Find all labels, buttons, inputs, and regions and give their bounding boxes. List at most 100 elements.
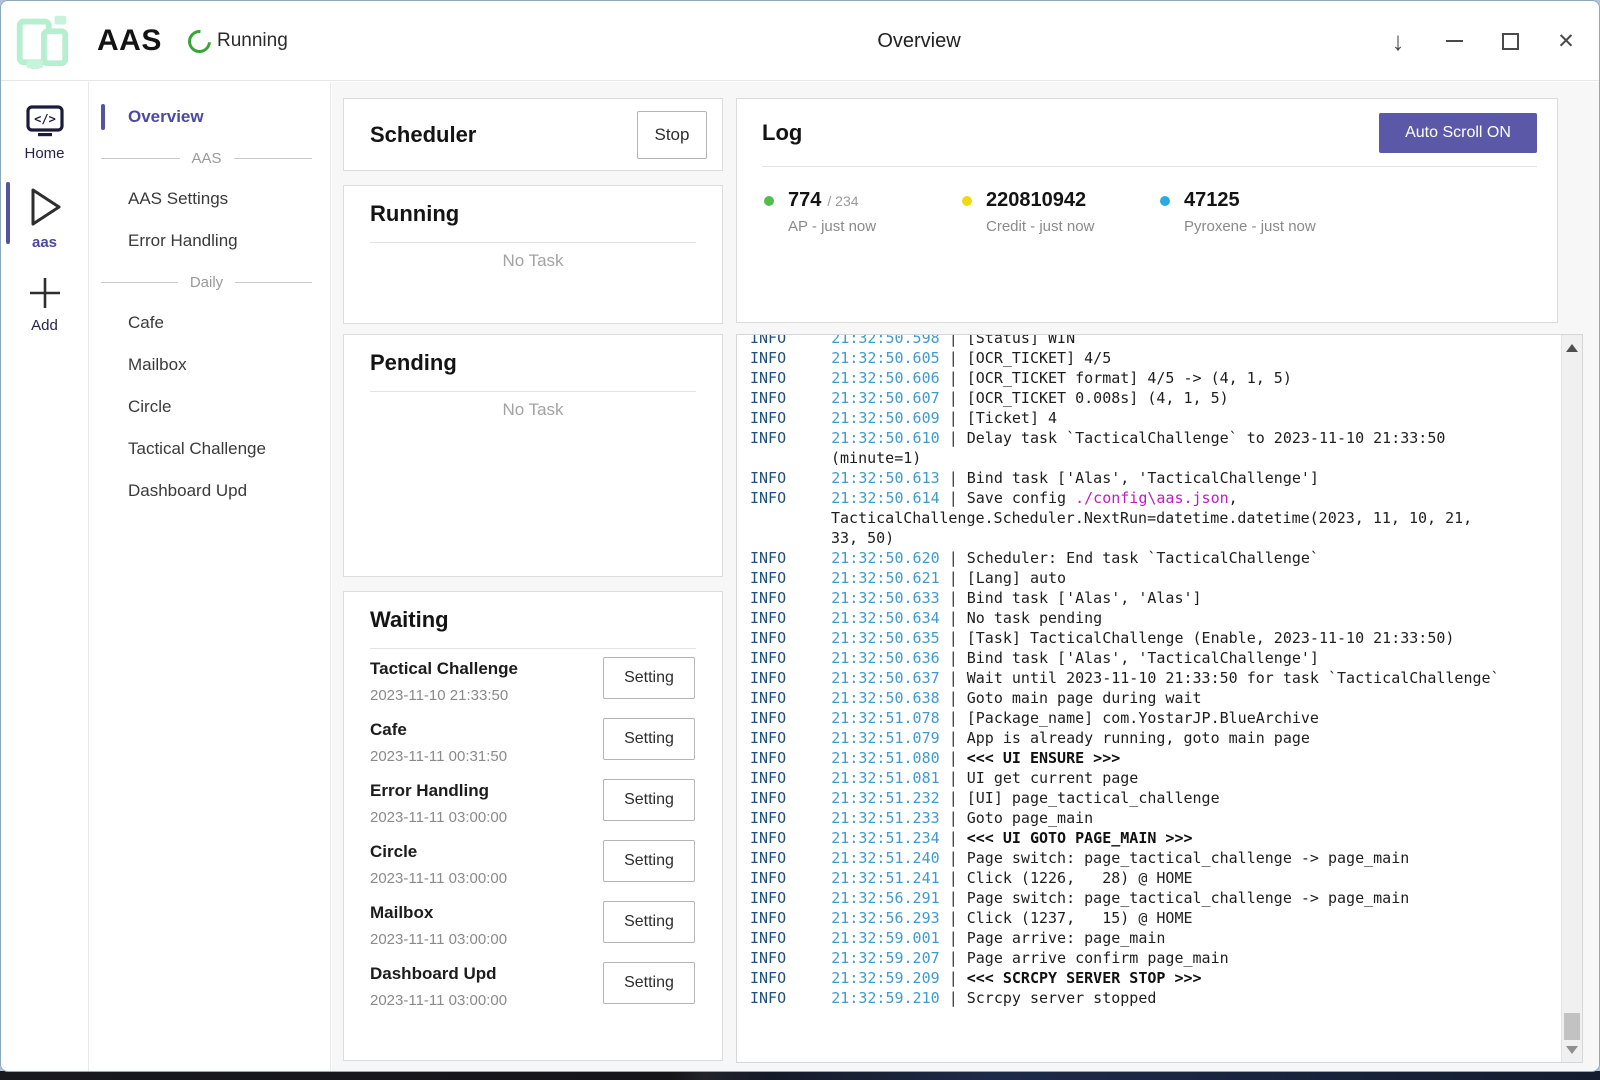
log-line: INFO 21:32:59.209 | <<< SCRCPY SERVER ST…: [750, 968, 1574, 988]
log-line: INFO 21:32:59.210 | Scrcpy server stoppe…: [750, 988, 1574, 1008]
running-spinner-icon: [183, 25, 215, 57]
scheduler-card: Scheduler Stop: [343, 98, 723, 171]
setting-button[interactable]: Setting: [603, 901, 695, 943]
rail-item-label: aas: [32, 234, 57, 251]
waiting-task-row: Mailbox2023-11-11 03:00:00Setting: [370, 893, 696, 954]
scroll-up-icon[interactable]: [1566, 344, 1578, 352]
stat-suffix: / 234: [827, 193, 858, 209]
pending-header: Pending: [370, 335, 696, 392]
nav-item-mailbox[interactable]: Mailbox: [90, 344, 330, 386]
log-line: INFO 21:32:50.637 | Wait until 2023-11-1…: [750, 668, 1574, 688]
log-line: INFO 21:32:51.234 | <<< UI GOTO PAGE_MAI…: [750, 828, 1574, 848]
minimize-icon[interactable]: [1443, 1, 1465, 81]
app-window: AAS Running Overview ↓ ✕ </> Home aas: [0, 0, 1600, 1072]
setting-button[interactable]: Setting: [603, 840, 695, 882]
setting-button[interactable]: Setting: [603, 962, 695, 1004]
log-scrollbar[interactable]: [1561, 335, 1582, 1062]
log-line: INFO 21:32:59.207 | Page arrive confirm …: [750, 948, 1574, 968]
maximize-icon[interactable]: [1499, 1, 1521, 81]
scrollbar-thumb[interactable]: [1564, 1013, 1580, 1040]
log-line: INFO 21:32:51.241 | Click (1226, 28) @ H…: [750, 868, 1574, 888]
setting-button[interactable]: Setting: [603, 779, 695, 821]
waiting-title: Waiting: [370, 607, 449, 633]
waiting-task-row: Tactical Challenge2023-11-10 21:33:50Set…: [370, 649, 696, 710]
log-line: INFO 21:32:50.598 | [Status] WIN: [750, 334, 1574, 348]
page-title: Overview: [877, 1, 960, 81]
log-output[interactable]: INFO 21:32:50.598 | [Status] WININFO 21:…: [736, 334, 1583, 1063]
icon-rail: </> Home aas Add: [1, 82, 89, 1072]
log-lines: INFO 21:32:50.598 | [Status] WININFO 21:…: [737, 334, 1582, 1008]
nav-item-tactical-challenge[interactable]: Tactical Challenge: [90, 428, 330, 470]
pending-card: Pending No Task: [343, 334, 723, 577]
main-content: Scheduler Stop Running No Task Pending N…: [332, 82, 1600, 1072]
stat-pyroxene: 47125 Pyroxene - just now: [1160, 189, 1358, 235]
log-line: INFO 21:32:51.079 | App is already runni…: [750, 728, 1574, 748]
nav-section-divider: AAS: [101, 138, 312, 178]
code-monitor-icon: </>: [26, 105, 64, 139]
app-name: AAS: [97, 1, 162, 81]
running-title: Running: [370, 201, 459, 227]
window-controls: ↓ ✕: [1387, 1, 1577, 81]
rail-item-home[interactable]: </> Home: [1, 99, 88, 172]
log-line: INFO 21:32:50.633 | Bind task ['Alas', '…: [750, 588, 1574, 608]
waiting-task-row: Dashboard Upd2023-11-11 03:00:00Setting: [370, 954, 696, 1015]
setting-button[interactable]: Setting: [603, 718, 695, 760]
setting-button[interactable]: Setting: [603, 657, 695, 699]
scroll-down-icon[interactable]: [1566, 1046, 1578, 1054]
titlebar: AAS Running Overview ↓ ✕: [1, 1, 1599, 81]
log-line: INFO 21:32:50.621 | [Lang] auto: [750, 568, 1574, 588]
nav-section-divider: Daily: [101, 262, 312, 302]
status-text: Running: [217, 1, 288, 81]
rail-item-label: Home: [24, 145, 64, 162]
log-line: INFO 21:32:50.607 | [OCR_TICKET 0.008s] …: [750, 388, 1574, 408]
nav-item-overview[interactable]: Overview: [90, 96, 330, 138]
waiting-task-row: Circle2023-11-11 03:00:00Setting: [370, 832, 696, 893]
stat-label: Pyroxene - just now: [1184, 218, 1358, 235]
pending-empty-text: No Task: [370, 400, 696, 420]
resource-stats: 774 / 234 AP - just now 220810942 Credit - j…: [764, 189, 1537, 235]
log-title: Log: [762, 120, 802, 146]
rail-item-aas[interactable]: aas: [1, 180, 88, 261]
log-line: INFO 21:32:59.001 | Page arrive: page_ma…: [750, 928, 1574, 948]
log-line: INFO 21:32:51.078 | [Package_name] com.Y…: [750, 708, 1574, 728]
waiting-task-row: Error Handling2023-11-11 03:00:00Setting: [370, 771, 696, 832]
log-line: INFO 21:32:50.605 | [OCR_TICKET] 4/5: [750, 348, 1574, 368]
waiting-card: Waiting Tactical Challenge2023-11-10 21:…: [343, 591, 723, 1061]
stat-label: Credit - just now: [986, 218, 1160, 235]
nav-item-error-handling[interactable]: Error Handling: [90, 220, 330, 262]
stat-value: 774: [788, 189, 821, 212]
waiting-header: Waiting: [370, 592, 696, 649]
log-line: INFO 21:32:50.609 | [Ticket] 4: [750, 408, 1574, 428]
log-line: INFO 21:32:51.240 | Page switch: page_ta…: [750, 848, 1574, 868]
log-line: INFO 21:32:51.232 | [UI] page_tactical_c…: [750, 788, 1574, 808]
download-icon[interactable]: ↓: [1387, 1, 1409, 81]
rail-item-add[interactable]: Add: [1, 269, 88, 344]
nav-item-dashboard-upd[interactable]: Dashboard Upd: [90, 470, 330, 512]
svg-text:</>: </>: [34, 112, 56, 126]
log-line: INFO 21:32:51.081 | UI get current page: [750, 768, 1574, 788]
app-logo-icon: [11, 8, 73, 70]
log-line: INFO 21:32:50.614 | Save config ./config…: [750, 488, 1574, 548]
running-empty-text: No Task: [370, 251, 696, 271]
log-header: Log Auto Scroll ON: [762, 99, 1537, 167]
running-header: Running: [370, 186, 696, 243]
log-line: INFO 21:32:50.606 | [OCR_TICKET format] …: [750, 368, 1574, 388]
scheduler-title: Scheduler: [370, 122, 637, 148]
waiting-list: Tactical Challenge2023-11-10 21:33:50Set…: [370, 649, 696, 1015]
log-line: INFO 21:32:50.613 | Bind task ['Alas', '…: [750, 468, 1574, 488]
nav-section-label: Daily: [190, 274, 223, 291]
nav-item-aas-settings[interactable]: AAS Settings: [90, 178, 330, 220]
stat-value: 47125: [1184, 189, 1240, 212]
close-icon[interactable]: ✕: [1555, 1, 1577, 81]
stat-value: 220810942: [986, 189, 1086, 212]
stop-button[interactable]: Stop: [637, 111, 707, 159]
nav-item-cafe[interactable]: Cafe: [90, 302, 330, 344]
stat-label: AP - just now: [788, 218, 962, 235]
stat-dot-icon: [1160, 196, 1170, 206]
log-line: INFO 21:32:50.634 | No task pending: [750, 608, 1574, 628]
rail-item-label: Add: [31, 317, 58, 334]
nav-item-circle[interactable]: Circle: [90, 386, 330, 428]
pending-title: Pending: [370, 350, 457, 376]
auto-scroll-button[interactable]: Auto Scroll ON: [1379, 113, 1537, 153]
stat-dot-icon: [764, 196, 774, 206]
